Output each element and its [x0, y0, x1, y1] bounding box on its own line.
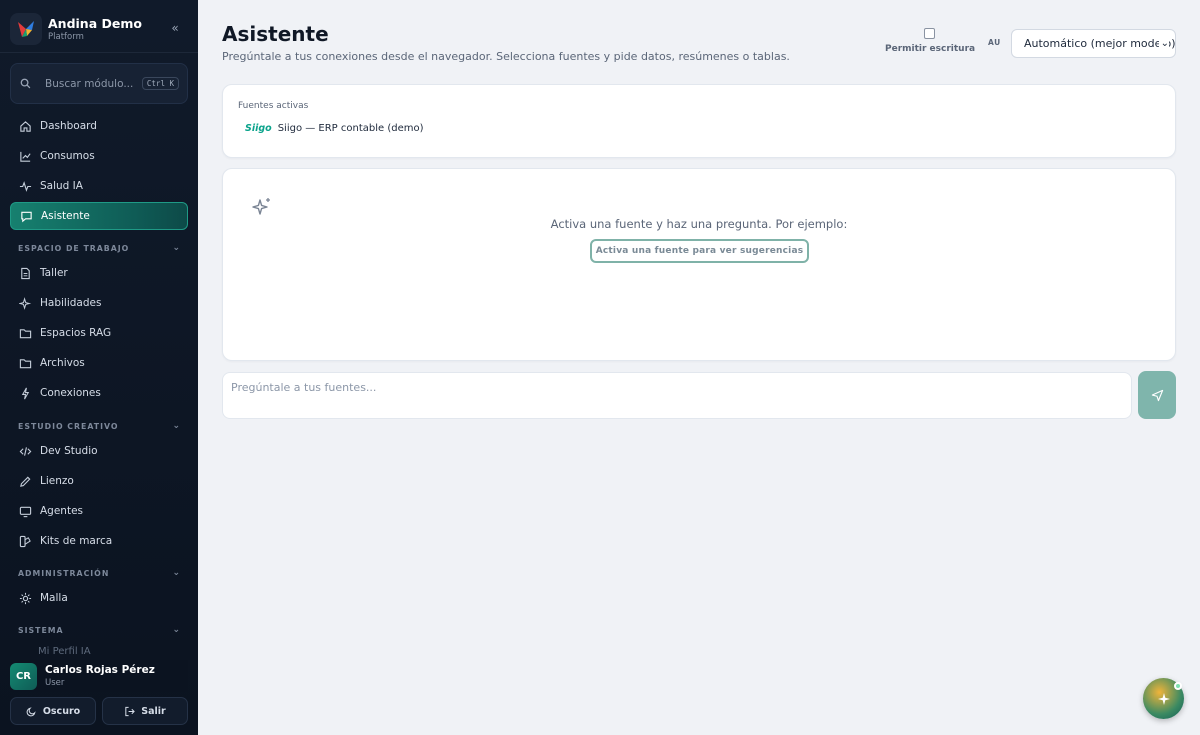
nav-label: Habilidades [40, 297, 102, 309]
page-subtitle: Pregúntale a tus conexiones desde el nav… [222, 50, 790, 63]
page-title: Asistente [222, 22, 329, 46]
palette-icon [18, 534, 32, 548]
home-icon [18, 119, 32, 133]
folder-icon [18, 356, 32, 370]
nav-item-asistente[interactable]: Asistente [10, 202, 188, 230]
nav-item-habilidades[interactable]: Habilidades [10, 289, 188, 317]
brand-title: Andina Demo [48, 15, 142, 31]
chevron-down-icon: ⌄ [172, 568, 180, 578]
nav-item-kits-de-marca[interactable]: Kits de marca [10, 527, 188, 555]
user-name: Carlos Rojas Pérez [45, 664, 155, 676]
nav-item-salud-ia[interactable]: Salud IA [10, 172, 188, 200]
nav-label: Consumos [40, 150, 95, 162]
chevron-down-icon: ⌄ [172, 625, 180, 635]
nav-label: Mi Perfil IA [38, 646, 91, 657]
nav-label: Lienzo [40, 475, 74, 487]
nav-label: Taller [40, 267, 68, 279]
search-placeholder: Buscar módulo... [45, 77, 134, 90]
user-role: User [45, 678, 65, 688]
source-label: Siigo — ERP contable (demo) [277, 123, 424, 134]
sparkles-icon [252, 198, 270, 215]
source-item[interactable]: Siigo Siigo — ERP contable (demo) [245, 123, 424, 134]
theme-toggle-button[interactable]: Oscuro [10, 697, 96, 725]
divider [0, 52, 198, 53]
nav-item-conexiones[interactable]: Conexiones [10, 379, 188, 407]
nav-label: Dev Studio [40, 445, 98, 457]
chevron-down-icon: ⌄ [172, 421, 180, 431]
pulse-icon [18, 179, 32, 193]
send-icon [1151, 389, 1163, 401]
suggestions-button[interactable]: Activa una fuente para ver sugerencias [590, 239, 809, 263]
siigo-logo: Siigo [245, 123, 272, 134]
chat-input[interactable]: Pregúntale a tus fuentes... [222, 372, 1132, 419]
nav-label: Espacios RAG [40, 327, 112, 339]
logout-button[interactable]: Salir [102, 697, 188, 725]
nav-label: Conexiones [40, 387, 101, 399]
moon-icon [26, 706, 36, 716]
sun-icon [18, 591, 32, 605]
collapse-sidebar-icon[interactable]: « [168, 21, 182, 35]
nav-item-lienzo[interactable]: Lienzo [10, 467, 188, 495]
section-sistema[interactable]: SISTEMA ⌄ [18, 623, 180, 637]
logout-label: Salir [141, 705, 166, 717]
section-title: ESPACIO DE TRABAJO [18, 243, 130, 253]
brand[interactable]: Andina Demo Platform « [10, 12, 188, 46]
plug-icon [18, 386, 32, 400]
nav-item-archivos[interactable]: Archivos [10, 349, 188, 377]
nav-item-malla[interactable]: Malla [10, 584, 188, 612]
section-title: ESTUDIO CREATIVO [18, 421, 119, 431]
chevron-down-icon: ⌄ [172, 243, 180, 253]
section-administracion[interactable]: ADMINISTRACIÓN ⌄ [18, 566, 180, 580]
chat-icon [19, 209, 33, 223]
empty-state-text: Activa una fuente y haz una pregunta. Po… [550, 217, 848, 231]
send-button[interactable] [1138, 371, 1176, 419]
nav-label: Salud IA [40, 180, 83, 192]
model-select[interactable]: Automático (mejor modelo) ⌄ [1011, 29, 1176, 58]
active-sources-card: Fuentes activas Siigo Siigo — ERP contab… [222, 84, 1176, 158]
nav-label: Malla [40, 592, 68, 604]
sources-title: Fuentes activas [238, 101, 309, 111]
allow-write-label: Permitir escritura [885, 44, 976, 54]
module-search[interactable]: Buscar módulo... Ctrl K [10, 63, 188, 104]
section-estudio-creativo[interactable]: ESTUDIO CREATIVO ⌄ [18, 419, 180, 433]
nav-item-espacios-rag[interactable]: Espacios RAG [10, 319, 188, 347]
model-tag: AU [988, 38, 1001, 47]
allow-write-checkbox[interactable] [924, 28, 935, 39]
nav-label: Asistente [41, 210, 90, 222]
nav-item-dashboard[interactable]: Dashboard [10, 112, 188, 140]
nav-label: Archivos [40, 357, 85, 369]
theme-label: Oscuro [42, 705, 81, 717]
section-title: ADMINISTRACIÓN [18, 568, 110, 578]
chart-line-icon [18, 149, 32, 163]
monitor-icon [18, 504, 32, 518]
nav-label: Kits de marca [40, 535, 113, 547]
status-dot [1174, 682, 1182, 690]
nav-item-taller[interactable]: Taller [10, 259, 188, 287]
pencil-icon [18, 474, 32, 488]
avatar: CR [10, 662, 37, 690]
code-icon [18, 444, 32, 458]
brand-subtitle: Platform [48, 31, 84, 42]
search-icon [20, 78, 31, 89]
nav-label: Dashboard [40, 120, 97, 132]
conversation-panel: Activa una fuente y haz una pregunta. Po… [222, 168, 1176, 361]
search-shortcut: Ctrl K [141, 77, 179, 90]
nav-item-consumos[interactable]: Consumos [10, 142, 188, 170]
sparkle-icon [1157, 692, 1170, 705]
user-profile[interactable]: CR Carlos Rojas Pérez User [10, 660, 188, 692]
assistant-fab-button[interactable] [1143, 678, 1184, 719]
brand-logo-icon [10, 13, 42, 45]
nav-item-agentes[interactable]: Agentes [10, 497, 188, 525]
folder-icon [18, 326, 32, 340]
sparkle-icon [18, 296, 32, 310]
nav-label: Agentes [40, 505, 84, 517]
model-select-value: Automático (mejor modelo) [1024, 37, 1176, 50]
section-title: SISTEMA [18, 625, 64, 635]
chevron-down-icon: ⌄ [1158, 38, 1169, 49]
section-espacio-de-trabajo[interactable]: ESPACIO DE TRABAJO ⌄ [18, 241, 180, 255]
nav-item-dev-studio[interactable]: Dev Studio [10, 437, 188, 465]
file-icon [18, 266, 32, 280]
sidebar: Andina Demo Platform « Buscar módulo... … [0, 0, 198, 735]
logout-icon [125, 706, 136, 716]
